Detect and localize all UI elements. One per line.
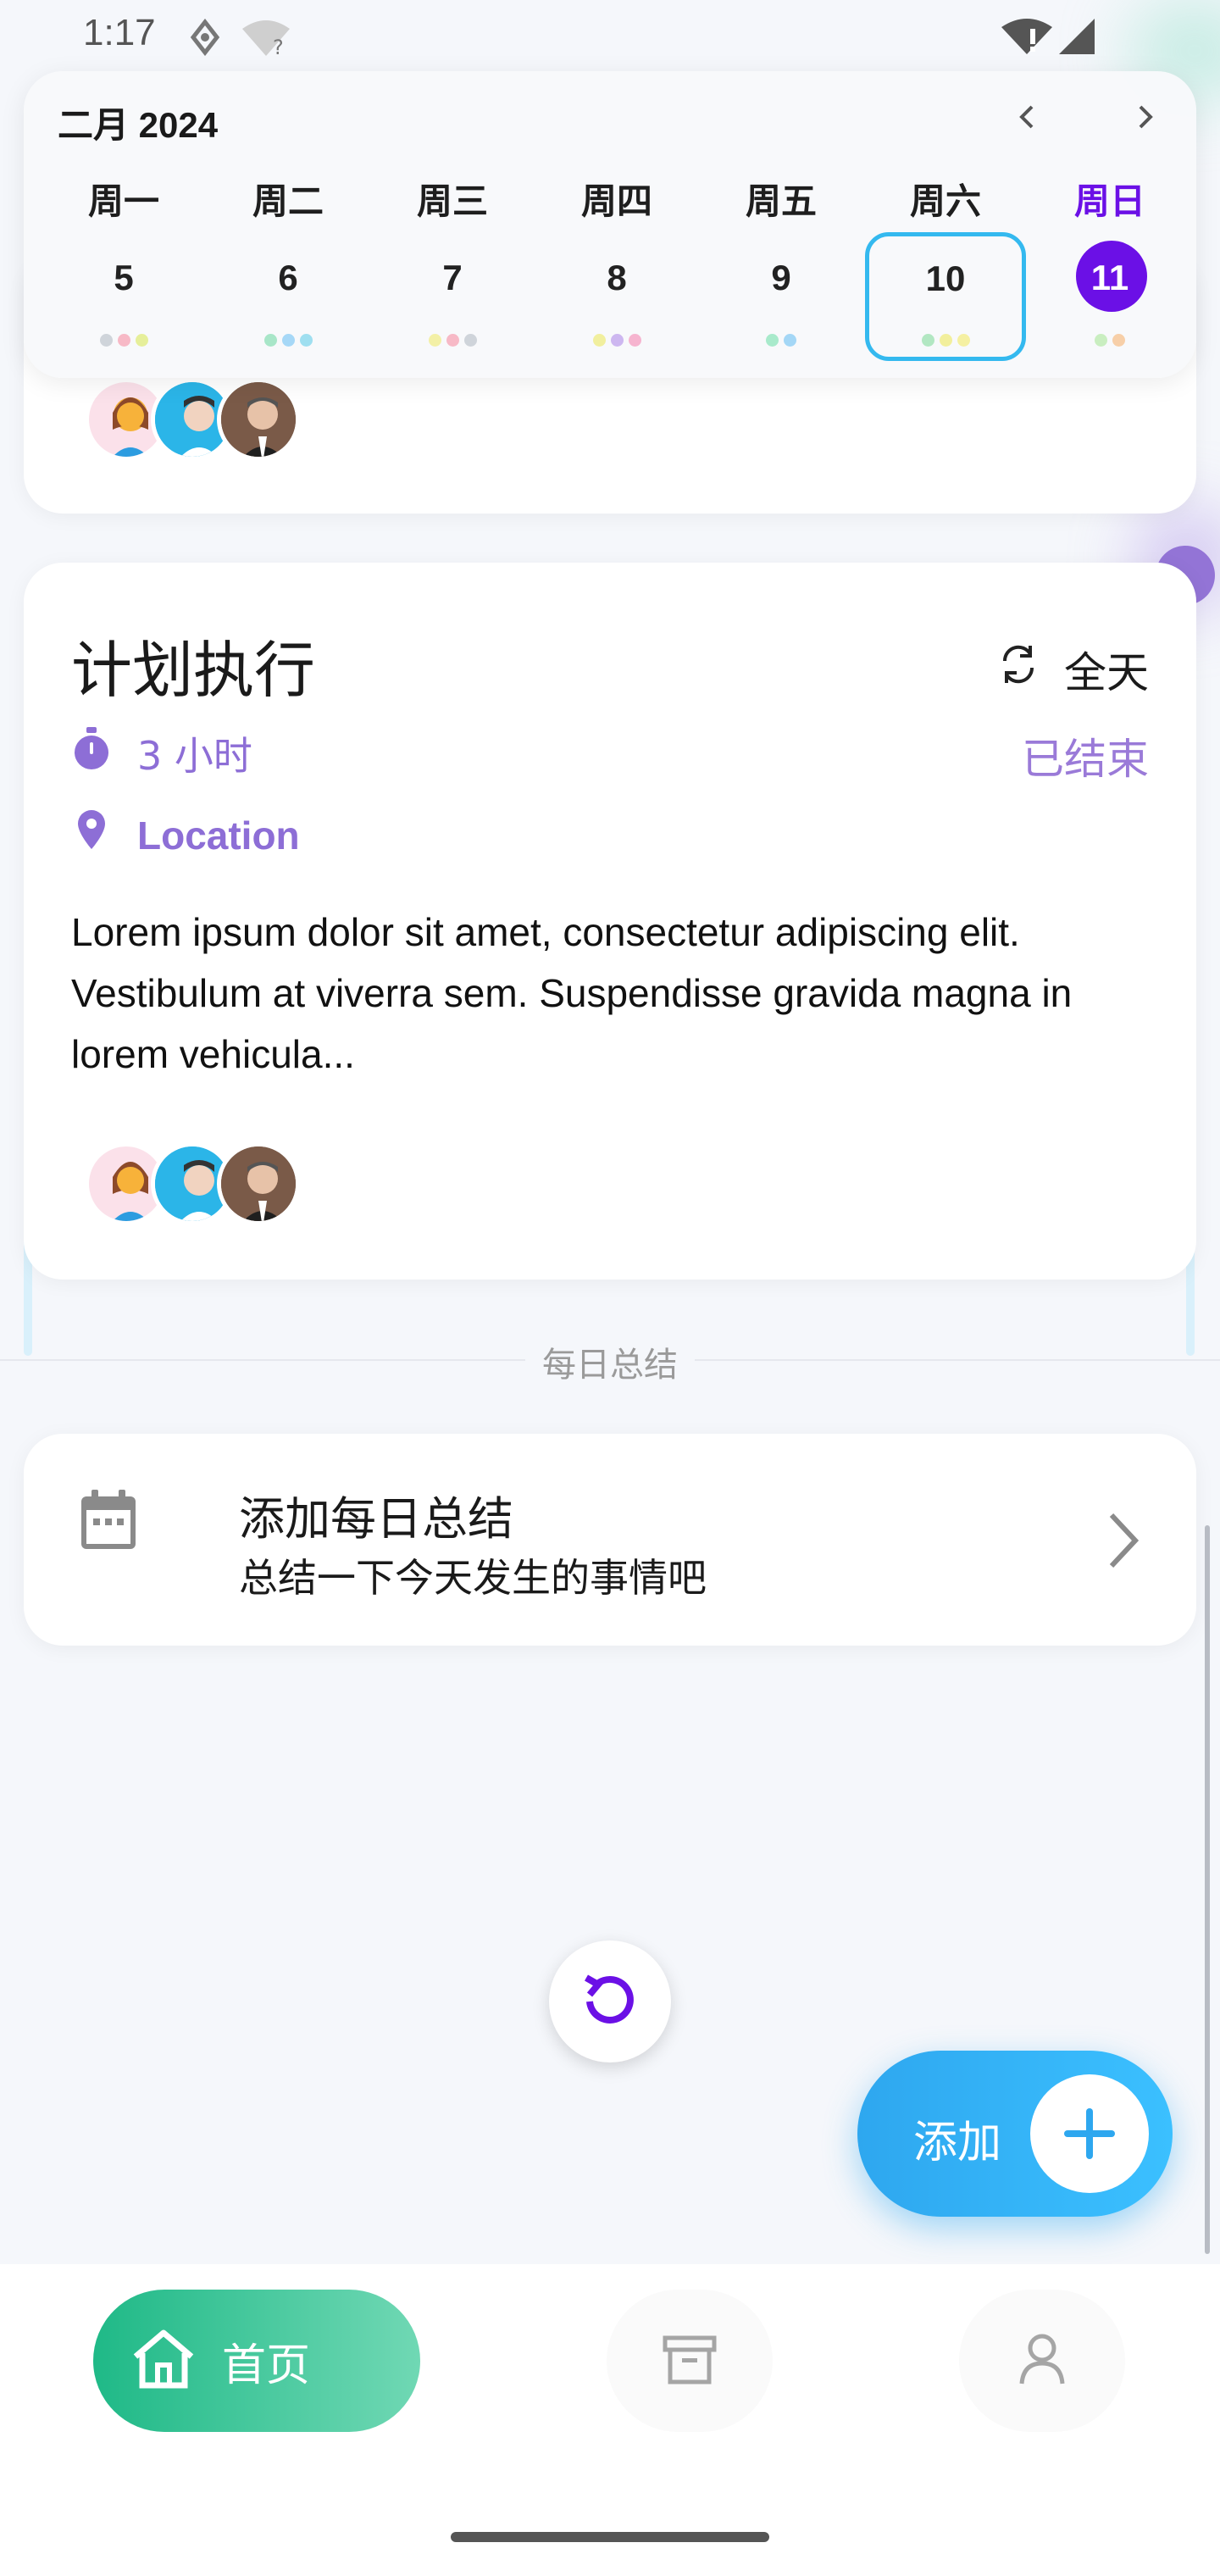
weekday-label: 周二	[252, 180, 324, 222]
calendar-day-sun[interactable]: 周日 11	[1042, 71, 1178, 378]
day-number: 7	[442, 258, 463, 297]
day-number-today: 11	[1090, 258, 1129, 297]
event-card[interactable]: 计划执行 全天 3 小时 已结束 Location Lorem ipsum do…	[24, 563, 1196, 1280]
event-dot	[592, 334, 606, 347]
participant-avatars	[85, 378, 300, 461]
event-dot	[1095, 334, 1107, 347]
nav-profile-tab[interactable]	[959, 2290, 1125, 2432]
home-indicator	[451, 2532, 769, 2542]
add-daily-summary-card[interactable]: 添加每日总结 总结一下今天发生的事情吧	[24, 1434, 1196, 1646]
nav-home-tab[interactable]: 首页	[93, 2290, 420, 2432]
data-saver-icon	[188, 18, 222, 59]
weekday-label: 周五	[745, 180, 817, 222]
calendar-day-sat[interactable]: 周六 10	[865, 71, 1026, 378]
event-dot	[428, 334, 441, 347]
event-dots	[878, 334, 1013, 347]
refresh-button[interactable]	[549, 1940, 671, 2062]
app-screen: 1:17 ? 计划执行 全天 3 小时 已结束 Location Lorem i…	[0, 0, 1220, 2576]
wifi-alert-icon	[1000, 17, 1054, 59]
event-dot	[463, 334, 477, 347]
weekday-label: 周三	[416, 180, 488, 222]
chevron-right-icon	[1106, 1512, 1140, 1573]
location-text: Location	[137, 813, 300, 858]
location-pin-icon	[71, 808, 112, 862]
repeat-icon	[996, 642, 1040, 697]
archive-icon	[662, 2333, 718, 2389]
add-button[interactable]: 添加	[857, 2051, 1173, 2217]
calendar-day-thu[interactable]: 周四 8	[549, 71, 685, 378]
event-dot	[1112, 334, 1125, 347]
chevron-left-icon	[1018, 104, 1035, 133]
event-description: Lorem ipsum dolor sit amet, consectetur …	[71, 910, 1073, 1076]
all-day-label: 全天	[1064, 648, 1149, 697]
event-dot	[299, 334, 313, 347]
calendar-day-tue[interactable]: 周二 6	[220, 71, 356, 378]
calendar-day-mon[interactable]: 周一 5	[56, 71, 191, 378]
wifi-off-icon: ?	[241, 19, 291, 61]
location-row[interactable]: Location	[71, 808, 300, 862]
summary-title: 添加每日总结	[239, 1492, 513, 1546]
event-dots	[385, 334, 520, 347]
participant-avatars	[85, 1142, 300, 1225]
calendar-icon	[78, 1488, 139, 1556]
duration-text: 3 小时	[137, 733, 252, 779]
home-icon	[130, 2328, 197, 2394]
event-dot	[957, 334, 970, 347]
event-dot	[784, 334, 796, 347]
event-dot	[281, 334, 295, 347]
status-time: 1:17	[83, 12, 156, 53]
calendar-day-wed[interactable]: 周三 7	[385, 71, 520, 378]
plus-icon	[1030, 2074, 1149, 2193]
avatar	[217, 1142, 300, 1225]
avatar	[217, 378, 300, 461]
timer-icon	[71, 726, 112, 780]
event-dot	[939, 334, 952, 347]
nav-home-label: 首页	[222, 2340, 311, 2391]
day-number: 9	[771, 258, 791, 297]
event-dots	[220, 334, 356, 347]
event-dot	[628, 334, 641, 347]
signal-icon	[1057, 17, 1096, 59]
week-calendar: 二月 2024 周一 5 周二 6 周三 7 周四 8 周五 9 周六 10 周…	[24, 71, 1196, 378]
svg-text:?: ?	[273, 36, 284, 58]
event-dot	[610, 334, 624, 347]
event-dot	[921, 334, 934, 347]
summary-subtitle: 总结一下今天发生的事情吧	[239, 1555, 707, 1601]
scrollbar[interactable]	[1205, 1525, 1210, 2254]
event-dots	[56, 334, 191, 347]
event-dot	[446, 334, 459, 347]
duration-row: 3 小时	[71, 725, 252, 781]
event-dot	[99, 334, 113, 347]
add-button-label: 添加	[913, 2118, 1002, 2168]
event-dot	[766, 334, 779, 347]
event-dots	[549, 334, 685, 347]
weekday-label: 周日	[1073, 180, 1145, 222]
all-day-indicator: 全天	[996, 639, 1149, 700]
event-dot	[135, 334, 148, 347]
event-dots	[713, 334, 849, 347]
calendar-day-fri[interactable]: 周五 9	[713, 71, 849, 378]
weekday-label: 周六	[909, 180, 981, 222]
user-icon	[1017, 2331, 1068, 2390]
event-dot	[263, 334, 277, 347]
weekday-label: 周四	[580, 180, 652, 222]
refresh-icon	[578, 1968, 642, 2035]
event-status: 已结束	[1022, 735, 1149, 784]
event-title: 计划执行	[71, 635, 316, 706]
day-number: 6	[278, 258, 298, 297]
event-dot	[117, 334, 130, 347]
bottom-navigation: 首页	[0, 2264, 1220, 2576]
day-number: 8	[607, 258, 627, 297]
weekday-label: 周一	[87, 180, 159, 222]
event-dots	[1042, 334, 1178, 347]
daily-summary-section-label: 每日总结	[525, 1337, 695, 1386]
day-number: 5	[114, 258, 134, 297]
status-bar: 1:17 ?	[0, 0, 1220, 73]
nav-archive-tab[interactable]	[607, 2290, 773, 2432]
